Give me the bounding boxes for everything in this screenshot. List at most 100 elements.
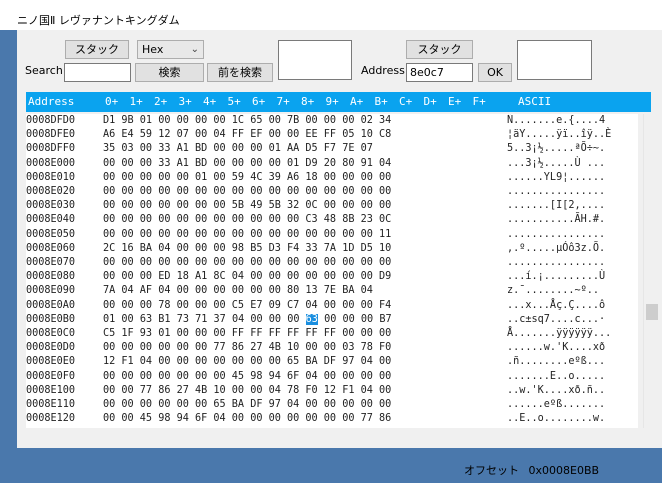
hex-byte[interactable]: 00 [342,314,354,325]
offset-label: オフセット [464,464,519,477]
row-hex-bytes[interactable]: 00 00 00 33 A1 BD 00 00 00 00 01 D9 20 8… [103,158,391,169]
horizontal-scrollbar[interactable] [26,428,638,445]
row-hex-bytes[interactable]: 00 00 00 00 00 00 00 00 00 00 00 00 00 0… [103,186,391,197]
mode-select[interactable]: Hex ⌄ [137,40,204,59]
header-address: Address [28,95,75,108]
search-input[interactable] [64,63,131,82]
row-address: 0008E0B0 [26,313,76,325]
prev-search-button[interactable]: 前を検索 [207,63,273,82]
row-hex-bytes[interactable]: 12 F1 04 00 00 00 00 00 00 00 65 BA DF 9… [103,356,391,367]
row-ascii: ...3¡½.....Ù ... [507,157,606,169]
row-hex-bytes[interactable]: 00 00 77 86 27 4B 10 00 00 04 78 F0 12 F… [103,385,391,396]
row-ascii: ..w.'K....xð.ñ.. [507,384,606,396]
header-ascii: ASCII [518,95,552,108]
hex-row: 0008E080 00 00 00 ED 18 A1 8C 04 00 00 00… [26,271,638,284]
row-address: 0008E0E0 [26,356,76,368]
row-address: 0008E120 [26,413,76,425]
hex-byte[interactable]: 04 [232,314,244,325]
hex-byte[interactable]: 63 [305,313,318,325]
hex-byte[interactable]: 01 [103,314,115,325]
row-hex-bytes[interactable]: 01 00 63 B1 73 71 37 04 00 00 00 63 00 0… [103,313,392,325]
row-ascii: ...........ÃH.#. [507,214,606,226]
hex-byte[interactable]: B1 [158,314,170,325]
hex-row: 0008DFF0 35 03 00 33 A1 BD 00 00 00 01 AA… [26,143,638,156]
row-hex-bytes[interactable]: C5 1F 93 01 00 00 00 FF FF FF FF FF FF 0… [103,328,391,339]
hex-byte[interactable]: 00 [287,314,299,325]
search-button[interactable]: 検索 [135,63,204,82]
hex-row: 0008E020 00 00 00 00 00 00 00 00 00 00 00… [26,186,638,199]
row-address: 0008E090 [26,285,76,297]
hex-row: 0008E0A0 00 00 00 78 00 00 00 C5 E7 09 C7… [26,300,638,313]
header-col: 4+ [203,95,217,108]
row-hex-bytes[interactable]: 00 00 00 00 00 00 00 00 00 00 00 00 00 0… [103,229,391,240]
header-col: 0+ [105,95,119,108]
vertical-scrollbar[interactable] [643,114,660,428]
row-ascii: ......w.'K....xð [507,342,606,354]
row-hex-bytes[interactable]: 00 00 00 00 00 00 77 86 27 4B 10 00 00 0… [103,342,391,353]
hex-row: 0008E100 00 00 77 86 27 4B 10 00 00 04 78… [26,385,638,398]
row-hex-bytes[interactable]: 7A 04 AF 04 00 00 00 00 00 00 80 13 7E B… [103,285,373,296]
row-hex-bytes[interactable]: 2C 16 BA 04 00 00 00 98 B5 D3 F4 33 7A 1… [103,243,391,254]
row-address: 0008E0F0 [26,370,76,382]
hex-byte[interactable]: 00 [121,314,133,325]
header-col: 6+ [252,95,266,108]
row-hex-bytes[interactable]: 00 00 00 00 00 00 00 5B 49 5B 32 0C 00 0… [103,200,391,211]
header-col: 7+ [276,95,290,108]
row-hex-bytes[interactable]: 00 00 45 98 94 6F 04 00 00 00 00 00 00 0… [103,413,391,424]
hex-byte[interactable]: B7 [379,314,391,325]
row-ascii: .......[I[2,.... [507,200,606,212]
row-ascii: Å.......ÿÿÿÿÿÿ... [507,328,612,339]
row-ascii: ¦äY.....ÿï..îÿ..È [507,129,612,141]
header-col: C+ [399,95,413,108]
row-ascii: z.¯........~º.. [507,285,600,297]
row-hex-bytes[interactable]: 35 03 00 33 A1 BD 00 00 00 01 AA D5 F7 7… [103,143,373,154]
row-ascii: ......eºß....... [507,399,606,410]
hex-row: 0008E050 00 00 00 00 00 00 00 00 00 00 00… [26,229,638,242]
row-hex-bytes[interactable]: 00 00 00 00 00 00 00 00 00 00 00 00 00 0… [103,257,391,268]
row-hex-bytes[interactable]: 00 00 00 00 00 00 00 00 00 00 00 C3 48 8… [103,214,391,225]
row-ascii: ................ [507,186,606,197]
hex-row: 0008E0F0 00 00 00 00 00 00 00 45 98 94 6F… [26,371,638,384]
row-hex-bytes[interactable]: A6 E4 59 12 07 00 04 FF EF 00 00 EE FF 0… [103,129,391,140]
hex-header: Address ASCII 0+ 1+ 2+ 3+ 4+ 5+ 6+ 7+ 8+ 9+ A+ B+ C+… [26,92,651,112]
stack-left-button[interactable]: スタック [65,40,129,59]
hex-row: 0008E0C0 C5 1F 93 01 00 00 00 FF FF FF FF… [26,328,638,341]
stack-right-display [517,40,592,80]
hex-byte[interactable]: 37 [214,314,226,325]
header-col: 5+ [227,95,241,108]
row-hex-bytes[interactable]: 00 00 00 00 00 01 00 59 4C 39 A6 18 00 0… [103,172,391,183]
stack-right-button[interactable]: スタック [406,40,473,59]
title-bar: ニノ国Ⅱ レヴァナントキングダム [0,0,662,30]
hex-byte[interactable]: 71 [195,314,207,325]
row-address: 0008E000 [26,157,76,169]
hex-byte[interactable]: 00 [269,314,281,325]
row-ascii: ................ [507,228,606,240]
row-address: 0008E080 [26,271,76,283]
hex-row: 0008E090 7A 04 AF 04 00 00 00 00 00 00 80… [26,285,638,298]
row-address: 0008E0C0 [26,328,76,339]
row-hex-bytes[interactable]: 00 00 00 00 00 00 65 BA DF 97 04 00 00 0… [103,399,391,410]
header-col: 9+ [325,95,339,108]
hex-byte[interactable]: 00 [361,314,373,325]
address-input[interactable]: 8e0c7 [406,63,473,82]
row-hex-bytes[interactable]: 00 00 00 ED 18 A1 8C 04 00 00 00 00 00 0… [103,271,391,282]
hex-row: 0008DFD0 D1 9B 01 00 00 00 00 1C 65 00 7B… [26,115,638,128]
row-address: 0008E100 [26,384,76,396]
hex-byte[interactable]: 00 [250,314,262,325]
ok-button[interactable]: OK [478,63,512,82]
header-col: 8+ [301,95,315,108]
row-ascii: ...x...Åç.Ç....ô [507,299,606,311]
scrollbar-thumb[interactable] [646,304,658,320]
main-panel: スタック Hex ⌄ Search 検索 前を検索 スタック Address 8… [17,30,662,448]
offset-value: 0x0008E0BB [528,464,600,477]
hex-byte[interactable]: 63 [140,314,152,325]
hex-byte[interactable]: 00 [324,314,336,325]
row-hex-bytes[interactable]: 00 00 00 00 00 00 00 45 98 94 6F 04 00 0… [103,371,391,382]
row-address: 0008E050 [26,228,76,240]
row-hex-bytes[interactable]: D1 9B 01 00 00 00 00 1C 65 00 7B 00 00 0… [103,115,391,126]
row-ascii: ..E..o........w. [507,413,606,425]
hex-view[interactable]: 0008DFD0 D1 9B 01 00 00 00 00 1C 65 00 7B… [26,114,638,428]
row-ascii: ......YL9¦...... [507,171,606,183]
row-hex-bytes[interactable]: 00 00 00 78 00 00 00 C5 E7 09 C7 04 00 0… [103,300,391,311]
hex-byte[interactable]: 73 [177,314,189,325]
